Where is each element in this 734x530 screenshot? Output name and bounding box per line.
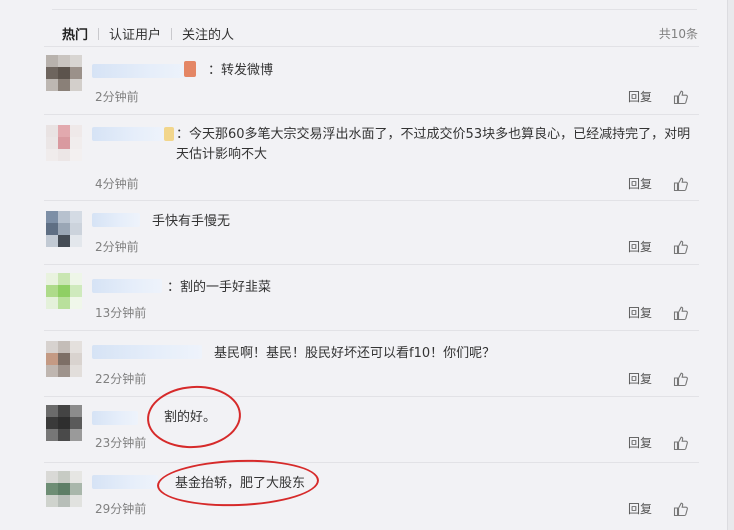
avatar[interactable]	[46, 125, 82, 161]
comment-item: 基金抬轿，肥了大股东 29分钟前 回复	[44, 462, 699, 530]
comment-time: 22分钟前	[95, 372, 147, 386]
username-mosaic[interactable]	[92, 279, 162, 293]
username-mosaic[interactable]	[92, 213, 140, 227]
divider	[52, 9, 697, 10]
comment-text: 基民啊！基民！股民好坏还可以看f10！你们呢？	[214, 346, 496, 361]
tab-divider	[171, 27, 173, 40]
comment-time: 23分钟前	[95, 436, 147, 450]
reply-button[interactable]: 回复	[628, 88, 652, 105]
scrollbar-edge	[727, 0, 734, 530]
tab-divider	[98, 27, 100, 40]
comment-item: 基民啊！基民！股民好坏还可以看f10！你们呢？ 22分钟前 回复	[44, 330, 699, 394]
avatar[interactable]	[46, 471, 82, 507]
comment-time: 29分钟前	[95, 502, 147, 516]
comment-text: ：转发微博	[208, 63, 274, 78]
tab-following[interactable]: 关注的人	[182, 24, 234, 43]
comment-text: 割的好。	[164, 410, 217, 425]
comment-item: 割的好。 23分钟前 回复	[44, 396, 699, 460]
comment-item: ：今天那60多笔大宗交易浮出水面了，不过成交价53块多也算良心，已经减持完了，对…	[44, 114, 699, 198]
avatar[interactable]	[46, 273, 82, 309]
reply-button[interactable]: 回复	[628, 175, 652, 192]
username-mosaic[interactable]	[92, 345, 202, 359]
comment-text: 手快有手慢无	[152, 214, 231, 229]
tab-verified-users[interactable]: 认证用户	[109, 24, 161, 43]
thumbs-up-icon[interactable]	[673, 239, 689, 255]
thumbs-up-icon[interactable]	[673, 371, 689, 387]
comment-text: 基金抬轿，肥了大股东	[175, 476, 306, 491]
reply-button[interactable]: 回复	[628, 304, 652, 321]
thumbs-up-icon[interactable]	[673, 305, 689, 321]
reply-button[interactable]: 回复	[628, 500, 652, 517]
comment-time: 4分钟前	[95, 177, 139, 191]
username-badge	[164, 127, 174, 141]
thumbs-up-icon[interactable]	[673, 501, 689, 517]
username-mosaic[interactable]	[92, 411, 138, 425]
reply-button[interactable]: 回复	[628, 238, 652, 255]
comment-time: 2分钟前	[95, 90, 139, 104]
comment-text: ：今天那60多笔大宗交易浮出水面了，不过成交价53块多也算良心，已经减持完了，对…	[176, 127, 691, 162]
thumbs-up-icon[interactable]	[673, 89, 689, 105]
filter-tabs: 热门 认证用户 关注的人	[62, 24, 234, 43]
avatar[interactable]	[46, 55, 82, 91]
avatar[interactable]	[46, 211, 82, 247]
username-mosaic[interactable]	[92, 127, 164, 141]
reply-button[interactable]: 回复	[628, 370, 652, 387]
avatar[interactable]	[46, 341, 82, 377]
thumbs-up-icon[interactable]	[673, 176, 689, 192]
avatar[interactable]	[46, 405, 82, 441]
comment-time: 2分钟前	[95, 240, 139, 254]
comment-time: 13分钟前	[95, 306, 147, 320]
comment-item: ：割的一手好韭菜 13分钟前 回复	[44, 264, 699, 328]
thumbs-up-icon[interactable]	[673, 435, 689, 451]
username-badge	[184, 61, 196, 77]
tab-hot[interactable]: 热门	[62, 24, 88, 43]
username-mosaic[interactable]	[92, 64, 192, 78]
comment-item: 手快有手慢无 2分钟前 回复	[44, 200, 699, 260]
comment-item: ：转发微博 2分钟前 回复	[44, 46, 699, 108]
comment-text: ：割的一手好韭菜	[167, 280, 272, 295]
comment-count: 共10条	[658, 27, 698, 41]
reply-button[interactable]: 回复	[628, 434, 652, 451]
username-mosaic[interactable]	[92, 475, 158, 489]
